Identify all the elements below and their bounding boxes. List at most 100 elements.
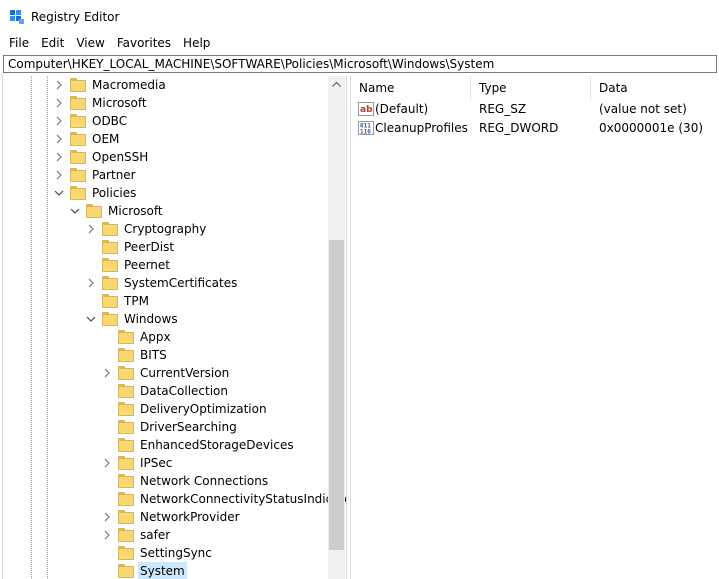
menu-edit[interactable]: Edit bbox=[35, 34, 70, 52]
tree-item[interactable]: DeliveryOptimization bbox=[102, 400, 269, 418]
chevron-right-icon[interactable] bbox=[54, 130, 64, 148]
folder-icon bbox=[118, 420, 134, 434]
chevron-right-icon[interactable] bbox=[54, 76, 64, 94]
menu-bar: File Edit View Favorites Help bbox=[0, 34, 719, 52]
chevron-down-icon[interactable] bbox=[86, 310, 96, 328]
title-bar: Registry Editor bbox=[0, 0, 719, 34]
chevron-right-icon[interactable] bbox=[86, 274, 96, 292]
menu-file[interactable]: File bbox=[0, 34, 35, 52]
tree-item[interactable]: Appx bbox=[102, 328, 173, 346]
folder-icon bbox=[118, 528, 134, 542]
tree-pane[interactable]: Macromedia Microsoft ODBC OEM OpenSSH Partner… bbox=[3, 76, 346, 579]
tree-item[interactable]: ODBC bbox=[54, 112, 129, 130]
tree-item[interactable]: BITS bbox=[102, 346, 169, 364]
tree-item-label: CurrentVersion bbox=[140, 366, 230, 380]
tree-item-label: Network Connections bbox=[140, 474, 269, 488]
tree-item[interactable]: Partner bbox=[54, 166, 138, 184]
folder-icon bbox=[102, 312, 118, 326]
tree-item[interactable]: OEM bbox=[54, 130, 121, 148]
tree-item[interactable]: Microsoft bbox=[70, 202, 165, 220]
tree-item[interactable]: IPSec bbox=[102, 454, 174, 472]
chevron-right-icon[interactable] bbox=[102, 364, 112, 382]
address-bar[interactable]: Computer\HKEY_LOCAL_MACHINE\SOFTWARE\Pol… bbox=[3, 55, 717, 73]
window-title: Registry Editor bbox=[31, 10, 120, 24]
folder-icon bbox=[70, 78, 86, 92]
tree-item[interactable]: PeerDist bbox=[86, 238, 176, 256]
folder-icon bbox=[70, 168, 86, 182]
value-data: (value not set) bbox=[599, 102, 687, 116]
menu-help[interactable]: Help bbox=[177, 34, 216, 52]
svg-text:ab: ab bbox=[360, 105, 373, 115]
tree-item[interactable]: Peernet bbox=[86, 256, 172, 274]
folder-icon bbox=[118, 510, 134, 524]
tree-item-label: Microsoft bbox=[92, 96, 147, 110]
tree-item[interactable]: System bbox=[102, 562, 187, 579]
tree-item-label: System bbox=[138, 562, 187, 579]
tree-item[interactable]: Policies bbox=[54, 184, 138, 202]
tree-item-label: BITS bbox=[140, 348, 167, 362]
menu-favorites[interactable]: Favorites bbox=[111, 34, 177, 52]
chevron-right-icon[interactable] bbox=[102, 526, 112, 544]
tree-item[interactable]: EnhancedStorageDevices bbox=[102, 436, 296, 454]
tree-item[interactable]: TPM bbox=[86, 292, 151, 310]
column-header-name[interactable]: Name bbox=[351, 76, 471, 100]
tree-item-label: PeerDist bbox=[124, 240, 175, 254]
folder-icon bbox=[118, 564, 134, 578]
chevron-right-icon[interactable] bbox=[102, 508, 112, 526]
chevron-right-icon[interactable] bbox=[86, 220, 96, 238]
value-row[interactable]: ab (Default) REG_SZ (value not set) bbox=[351, 100, 719, 118]
chevron-right-icon[interactable] bbox=[54, 166, 64, 184]
tree-item[interactable]: Microsoft bbox=[54, 94, 149, 112]
tree-item-label: NetworkProvider bbox=[140, 510, 240, 524]
tree-item[interactable]: safer bbox=[102, 526, 172, 544]
tree-item[interactable]: OpenSSH bbox=[54, 148, 150, 166]
chevron-right-icon[interactable] bbox=[54, 94, 64, 112]
menu-view[interactable]: View bbox=[70, 34, 110, 52]
tree-item[interactable]: Network Connections bbox=[102, 472, 270, 490]
scroll-thumb[interactable] bbox=[329, 240, 344, 550]
folder-icon bbox=[70, 132, 86, 146]
tree-item[interactable]: Cryptography bbox=[86, 220, 208, 238]
folder-icon bbox=[70, 96, 86, 110]
tree-guide-line bbox=[47, 76, 48, 579]
tree-item[interactable]: SettingSync bbox=[102, 544, 214, 562]
tree-item[interactable]: DriverSearching bbox=[102, 418, 239, 436]
column-header-data[interactable]: Data bbox=[591, 76, 719, 100]
scroll-up-arrow-icon[interactable] bbox=[328, 76, 345, 93]
tree-item[interactable]: DataCollection bbox=[102, 382, 230, 400]
folder-icon bbox=[118, 384, 134, 398]
folder-icon bbox=[118, 330, 134, 344]
value-row[interactable]: 011 110 CleanupProfiles REG_DWORD 0x0000… bbox=[351, 119, 719, 137]
column-header-type[interactable]: Type bbox=[471, 76, 591, 100]
tree-item[interactable]: CurrentVersion bbox=[102, 364, 231, 382]
folder-icon bbox=[102, 222, 118, 236]
tree-scrollbar[interactable] bbox=[328, 76, 345, 579]
chevron-down-icon[interactable] bbox=[70, 202, 80, 220]
tree-item-label: Partner bbox=[92, 168, 136, 182]
tree-item-label: SettingSync bbox=[140, 546, 212, 560]
tree-item-label: NetworkConnectivityStatusIndicato bbox=[140, 492, 346, 506]
tree-item-label: SystemCertificates bbox=[124, 276, 238, 290]
tree-item[interactable]: NetworkProvider bbox=[102, 508, 242, 526]
folder-icon bbox=[118, 492, 134, 506]
tree-item[interactable]: Macromedia bbox=[54, 76, 168, 94]
chevron-right-icon[interactable] bbox=[54, 148, 64, 166]
chevron-right-icon[interactable] bbox=[54, 112, 64, 130]
chevron-down-icon[interactable] bbox=[54, 184, 64, 202]
tree-item[interactable]: Windows bbox=[86, 310, 180, 328]
tree-item[interactable]: SystemCertificates bbox=[86, 274, 239, 292]
tree-item[interactable]: NetworkConnectivityStatusIndicato bbox=[102, 490, 346, 508]
chevron-right-icon[interactable] bbox=[102, 454, 112, 472]
values-pane[interactable]: Name Type Data ab (Default) REG_SZ (valu… bbox=[351, 76, 719, 579]
folder-icon bbox=[118, 402, 134, 416]
address-path: Computer\HKEY_LOCAL_MACHINE\SOFTWARE\Pol… bbox=[8, 57, 495, 71]
tree-item-label: ODBC bbox=[92, 114, 128, 128]
